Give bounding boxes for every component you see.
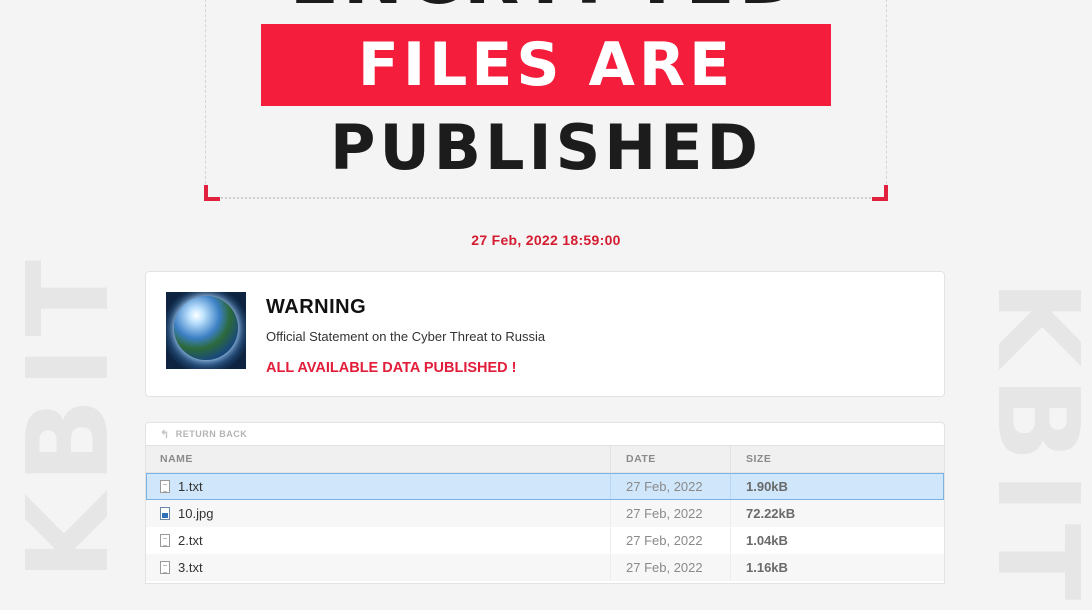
file-size: 1.16kB [730,554,944,581]
warning-title: WARNING [266,296,367,318]
file-table-body: 1.txt 27 Feb, 2022 1.90kB 10.jpg 27 Feb, 202… [146,473,944,581]
return-back-label: RETURN BACK [175,429,248,439]
text-file-icon [160,561,170,574]
return-arrow-icon: ↰ [160,428,170,441]
watermark-right: KBIT [972,280,1092,610]
globe-image [166,292,246,369]
warning-card: WARNING Official Statement on the Cyber … [145,271,945,397]
file-name-cell[interactable]: 2.txt [146,527,610,554]
file-date: 27 Feb, 2022 [610,473,730,500]
file-date: 27 Feb, 2022 [610,554,730,581]
file-name-cell[interactable]: 10.jpg [146,500,610,527]
hero-line-top: ENCRYPTED [206,0,886,20]
column-header-size[interactable]: SIZE [730,446,944,472]
file-name-cell[interactable]: 3.txt [146,554,610,581]
column-header-date[interactable]: DATE [610,446,730,472]
file-row[interactable]: 10.jpg 27 Feb, 2022 72.22kB [146,500,944,527]
file-size: 1.04kB [730,527,944,554]
corner-mark-right [872,185,888,201]
file-table-header: NAME DATE SIZE [146,445,944,473]
file-size: 72.22kB [730,500,944,527]
file-name[interactable]: 10.jpg [178,506,213,521]
text-file-icon [160,534,170,547]
file-name[interactable]: 2.txt [178,533,203,548]
text-file-icon [160,480,170,493]
file-name-cell[interactable]: 1.txt [146,473,610,500]
hero-line-bottom: PUBLISHED [330,111,762,184]
return-back-link[interactable]: ↰ RETURN BACK [146,423,944,445]
file-name[interactable]: 3.txt [178,560,203,575]
file-date: 27 Feb, 2022 [610,500,730,527]
file-name[interactable]: 1.txt [178,479,203,494]
corner-mark-left [204,185,220,201]
file-row[interactable]: 2.txt 27 Feb, 2022 1.04kB [146,527,944,554]
warning-subtitle: Official Statement on the Cyber Threat t… [266,329,546,344]
hero-banner: ENCRYPTED FILES ARE PUBLISHED [204,0,888,201]
watermark-left: KBIT [4,250,134,581]
hero-line-mid: FILES ARE [357,30,735,100]
file-row[interactable]: 3.txt 27 Feb, 2022 1.16kB [146,554,944,581]
publish-date: 27 Feb, 2022 18:59:00 [471,232,621,248]
column-header-name[interactable]: NAME [146,446,610,472]
warning-alert: ALL AVAILABLE DATA PUBLISHED ! [266,360,517,376]
globe-sphere [174,296,238,360]
file-size: 1.90kB [730,473,944,500]
file-date: 27 Feb, 2022 [610,527,730,554]
file-row[interactable]: 1.txt 27 Feb, 2022 1.90kB [146,473,944,500]
file-browser: ↰ RETURN BACK NAME DATE SIZE 1.txt 27 Feb… [145,422,945,584]
image-file-icon [160,507,170,520]
